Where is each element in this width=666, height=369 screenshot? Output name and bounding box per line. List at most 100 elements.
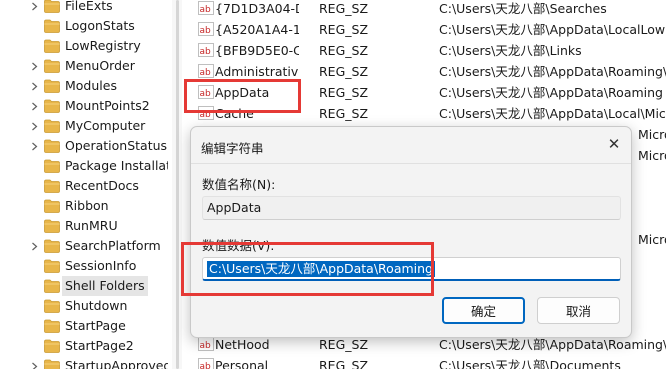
- value-type-cell: REG_SZ: [319, 106, 369, 121]
- value-type-cell: REG_SZ: [319, 1, 369, 16]
- tree-item-label: RecentDocs: [65, 178, 139, 193]
- value-data-cell: Micro: [638, 232, 666, 247]
- folder-icon: [44, 119, 60, 133]
- tree-item[interactable]: RunMRU: [0, 216, 168, 236]
- tree-item[interactable]: MenuOrder: [0, 56, 168, 76]
- value-type-cell: REG_SZ: [319, 22, 369, 37]
- svg-text:ab: ab: [200, 26, 212, 36]
- chevron-right-icon[interactable]: [30, 356, 38, 369]
- value-row[interactable]: ab{BFB9D5E0-C6... REG_SZ C:\Users\天龙八部\Lin…: [186, 40, 666, 61]
- value-row[interactable]: ab{7D1D3A04-DE... REG_SZ C:\Users\天龙八部\Sea…: [186, 0, 666, 19]
- folder-icon: [44, 159, 60, 173]
- value-row[interactable]: abAdministrative ... REG_SZ C:\Users\天龙八部\…: [186, 61, 666, 82]
- value-name-cell: {BFB9D5E0-C6...: [215, 43, 299, 58]
- tree-item-label: Package Installatio: [65, 158, 168, 173]
- tree-item-label: StartupApproved: [65, 358, 168, 369]
- chevron-right-icon[interactable]: [30, 236, 38, 256]
- tree-item[interactable]: LowRegistry: [0, 36, 168, 56]
- tree-item-label: SessionInfo: [65, 258, 137, 273]
- chevron-right-icon[interactable]: [30, 116, 38, 136]
- tree-scrollbar[interactable]: [172, 0, 182, 369]
- dialog-title: 编辑字符串: [201, 141, 264, 156]
- cancel-button[interactable]: 取消: [537, 297, 620, 324]
- registry-key-tree: FileExts LogonStats LowRegistry MenuOrder Mo…: [0, 0, 168, 369]
- tree-item[interactable]: FileExts: [0, 0, 168, 16]
- tree-item[interactable]: StartPage2: [0, 336, 168, 356]
- tree-item[interactable]: SessionInfo: [0, 256, 168, 276]
- edit-string-dialog: 编辑字符串 ✕ 数值名称(N): AppData 数值数据(V): C:\Use…: [190, 126, 632, 338]
- string-value-icon: ab: [198, 22, 214, 36]
- tree-item-label: MenuOrder: [65, 58, 135, 73]
- tree-item[interactable]: OperationStatusM: [0, 136, 168, 156]
- value-row[interactable]: ab Personal REG_SZ C:\Users\天龙八部\Documents: [186, 355, 666, 369]
- tree-item[interactable]: StartupApproved: [0, 356, 168, 369]
- value-data-cell: C:\Users\天龙八部\AppData\Local\Micro: [439, 106, 666, 121]
- tree-item[interactable]: LogonStats: [0, 16, 168, 36]
- folder-icon: [44, 259, 60, 273]
- folder-icon: [44, 19, 60, 33]
- tree-item-label: RunMRU: [65, 218, 118, 233]
- chevron-right-icon[interactable]: [30, 0, 38, 16]
- svg-text:ab: ab: [200, 110, 212, 120]
- tree-item-label: Shutdown: [65, 298, 128, 313]
- value-name-cell: {A520A1A4-17...: [215, 22, 299, 37]
- tree-item[interactable]: Ribbon: [0, 196, 168, 216]
- tree-item-label: FileExts: [65, 0, 113, 13]
- folder-icon: [44, 299, 60, 313]
- folder-icon: [44, 79, 60, 93]
- tree-item[interactable]: RecentDocs: [0, 176, 168, 196]
- value-name-field: AppData: [202, 196, 621, 220]
- string-value-icon: ab: [198, 1, 214, 15]
- tree-item[interactable]: Shutdown: [0, 296, 168, 316]
- value-name-cell: AppData: [215, 85, 270, 100]
- value-data-label: 数值数据(V):: [202, 238, 275, 253]
- chevron-right-icon[interactable]: [30, 136, 38, 156]
- folder-icon: [44, 219, 60, 233]
- value-data-cell: C:\Users\天龙八部\AppData\Roaming: [439, 85, 663, 100]
- value-name-cell: Administrative ...: [215, 64, 299, 79]
- tree-item[interactable]: Shell Folders: [0, 276, 168, 296]
- string-value-icon: ab: [198, 85, 214, 99]
- value-data-cell: C:\Users\天龙八部\AppData\LocalLow: [439, 22, 666, 37]
- folder-icon: [44, 179, 60, 193]
- tree-item-label: LogonStats: [65, 18, 135, 33]
- folder-icon: [44, 239, 60, 253]
- tree-item-label: Ribbon: [65, 198, 109, 213]
- close-icon[interactable]: ✕: [603, 133, 625, 155]
- svg-text:ab: ab: [200, 362, 212, 369]
- tree-scrollbar-thumb[interactable]: [176, 0, 179, 369]
- chevron-right-icon[interactable]: [30, 56, 38, 76]
- value-data-cell: C:\Users\天龙八部\Links: [439, 43, 582, 58]
- value-type-cell: REG_SZ: [319, 43, 369, 58]
- ok-button[interactable]: 确定: [442, 297, 525, 324]
- value-row[interactable]: ab AppData REG_SZ C:\Users\天龙八部\AppData\Roa…: [186, 82, 666, 103]
- tree-item-label: MyComputer: [65, 118, 146, 133]
- tree-item[interactable]: SearchPlatform: [0, 236, 168, 256]
- folder-icon: [44, 199, 60, 213]
- value-data-cell: C:\Users\天龙八部\Searches: [439, 1, 607, 16]
- value-data-cell: C:\Users\天龙八部\Documents: [439, 358, 621, 369]
- value-row[interactable]: ab Cache REG_SZ C:\Users\天龙八部\AppData\Local…: [186, 103, 666, 124]
- svg-text:ab: ab: [200, 47, 212, 57]
- chevron-right-icon[interactable]: [30, 76, 38, 96]
- value-data-input[interactable]: C:\Users\天龙八部\AppData\Roaming: [202, 257, 621, 281]
- tree-item[interactable]: StartPage: [0, 316, 168, 336]
- value-type-cell: REG_SZ: [319, 64, 369, 79]
- tree-item[interactable]: MountPoints2: [0, 96, 168, 116]
- value-name-cell: {7D1D3A04-DE...: [215, 1, 299, 16]
- value-name-cell: Cache: [215, 106, 254, 121]
- value-row[interactable]: ab{A520A1A4-17... REG_SZ C:\Users\天龙八部\App…: [186, 19, 666, 40]
- tree-item-label: SearchPlatform: [65, 238, 161, 253]
- folder-icon: [44, 59, 60, 73]
- value-data-cell: C:\Users\天龙八部\AppData\Roaming\M: [439, 64, 666, 79]
- tree-item[interactable]: Package Installatio: [0, 156, 168, 176]
- svg-text:ab: ab: [200, 89, 212, 99]
- string-value-icon: ab: [198, 337, 214, 351]
- tree-item[interactable]: MyComputer: [0, 116, 168, 136]
- string-value-icon: ab: [198, 64, 214, 78]
- chevron-right-icon[interactable]: [30, 96, 38, 116]
- folder-icon: [44, 339, 60, 353]
- tree-item[interactable]: Modules: [0, 76, 168, 96]
- folder-icon: [44, 39, 60, 53]
- svg-text:ab: ab: [200, 5, 212, 15]
